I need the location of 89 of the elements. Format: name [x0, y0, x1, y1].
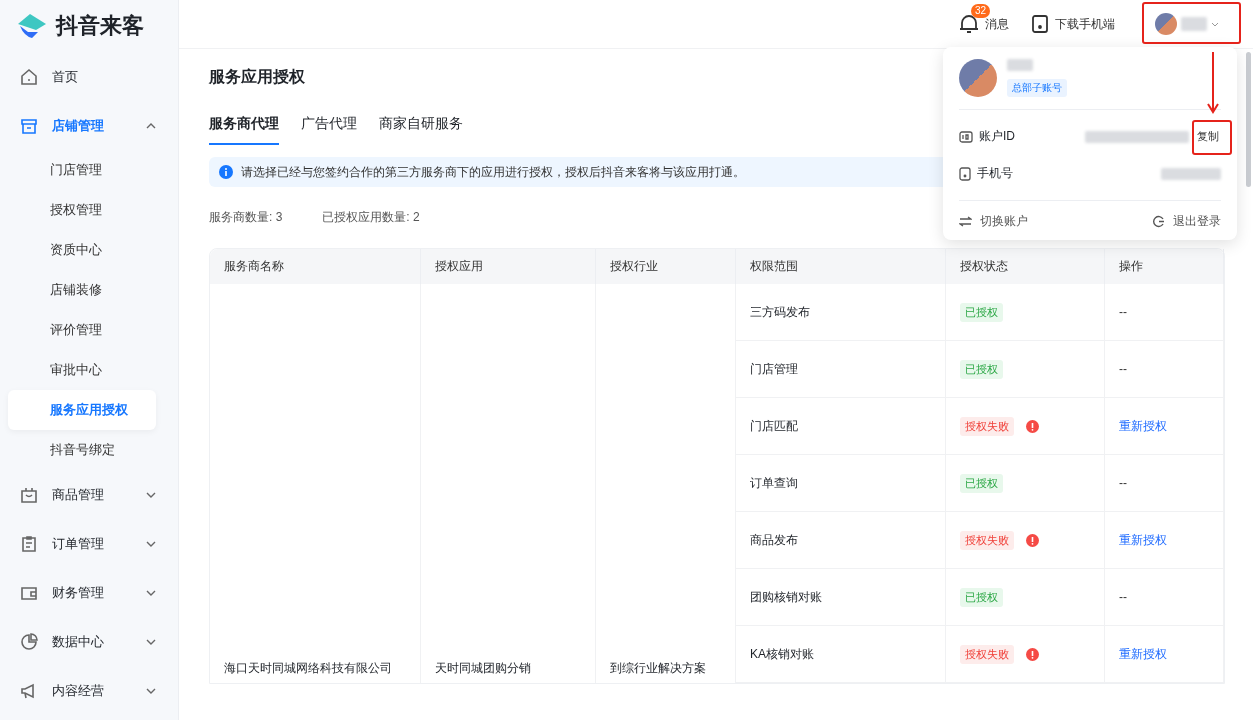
status-tag: 授权失败	[960, 530, 1014, 550]
menu-item[interactable]: 退出登录	[1152, 213, 1221, 230]
blurred-name	[1007, 59, 1033, 71]
chevron-icon	[146, 540, 156, 547]
id-card-icon	[959, 130, 973, 143]
table-cell: 三方码发布	[750, 303, 810, 321]
notification-badge: 32	[971, 4, 991, 18]
sidebar-item[interactable]: 订单管理	[0, 519, 178, 568]
blurred-value	[1161, 167, 1221, 180]
table-cell: KA核销对账	[750, 645, 814, 663]
chevron-icon	[146, 687, 156, 694]
notice-text: 请选择已经与您签约合作的第三方服务商下的应用进行授权，授权后抖音来客将与该应用打通。	[241, 163, 745, 181]
store-icon	[20, 116, 38, 135]
status-tag: 已授权	[960, 359, 1003, 379]
table-cell: --	[1119, 476, 1127, 490]
sidebar-item[interactable]: 店铺管理	[0, 101, 178, 150]
tab[interactable]: 商家自研服务	[379, 115, 463, 145]
sidebar-subitem[interactable]: 抖音号绑定	[8, 430, 156, 470]
table-cell: 天时同城团购分销	[435, 660, 531, 677]
chevron-icon	[146, 122, 156, 129]
info-icon	[219, 165, 233, 179]
column-header: 服务商名称	[210, 249, 421, 284]
home-icon	[20, 67, 38, 86]
table-cell: 海口天时同城网络科技有限公司	[224, 660, 392, 677]
status-tag: 已授权	[960, 473, 1003, 493]
column-header: 授权状态	[946, 249, 1105, 284]
highlight-box	[1192, 120, 1232, 155]
status-tag: 已授权	[960, 587, 1003, 607]
column-header: 权限范围	[736, 249, 946, 284]
table-cell: --	[1119, 590, 1127, 604]
column-header: 操作	[1105, 249, 1224, 284]
table-cell: --	[1119, 305, 1127, 319]
copy-button[interactable]: 复制	[1195, 125, 1221, 148]
status-tag: 授权失败	[960, 644, 1014, 664]
pie-icon	[20, 632, 38, 651]
logout-icon	[1152, 215, 1165, 228]
page-title: 服务应用授权	[209, 67, 305, 87]
field-label: 手机号	[977, 165, 1013, 182]
reauthorize-link[interactable]: 重新授权	[1119, 531, 1167, 549]
warning-icon[interactable]	[1026, 533, 1039, 547]
chevron-icon	[146, 491, 156, 498]
table-cell: 订单查询	[750, 474, 798, 492]
sidebar-item[interactable]: 首页	[0, 52, 178, 101]
sidebar-item[interactable]: 内容经营	[0, 666, 178, 715]
sidebar-subitem[interactable]: 门店管理	[8, 150, 156, 190]
warning-icon[interactable]	[1026, 647, 1039, 661]
download-app-link[interactable]: 下载手机端	[1055, 15, 1115, 33]
reauthorize-link[interactable]: 重新授权	[1119, 417, 1167, 435]
reauthorize-link[interactable]: 重新授权	[1119, 645, 1167, 663]
tab[interactable]: 广告代理	[301, 115, 357, 145]
chevron-icon	[146, 638, 156, 645]
sidebar-item[interactable]: 数据中心	[0, 617, 178, 666]
column-header: 授权应用	[421, 249, 596, 284]
role-tag: 总部子账号	[1007, 79, 1067, 97]
column-header: 授权行业	[596, 249, 736, 284]
stat-text: 已授权应用数量: 2	[322, 209, 420, 226]
avatar	[959, 59, 997, 97]
bell-icon[interactable]	[959, 13, 979, 35]
swap-icon	[959, 216, 972, 227]
sidebar-subitem[interactable]: 评价管理	[8, 310, 156, 350]
table-cell: 门店管理	[750, 360, 798, 378]
sidebar-item[interactable]: 商品管理	[0, 470, 178, 519]
phone-icon	[1031, 15, 1049, 33]
clip-icon	[20, 534, 38, 553]
field-label: 账户ID	[979, 128, 1015, 145]
sidebar-subitem[interactable]: 服务应用授权	[8, 390, 156, 430]
table-cell: 团购核销对账	[750, 588, 822, 606]
phone-icon	[959, 166, 971, 181]
tab[interactable]: 服务商代理	[209, 115, 279, 145]
sidebar-subitem[interactable]: 授权管理	[8, 190, 156, 230]
status-tag: 授权失败	[960, 416, 1014, 436]
sidebar-subitem[interactable]: 审批中心	[8, 350, 156, 390]
messages-link[interactable]: 消息	[985, 15, 1009, 33]
table-cell: 门店匹配	[750, 417, 798, 435]
table-cell: 商品发布	[750, 531, 798, 549]
warning-icon[interactable]	[1026, 419, 1039, 433]
table-cell: 到综行业解决方案	[610, 660, 706, 677]
table-cell: --	[1119, 362, 1127, 376]
stat-text: 服务商数量: 3	[209, 209, 283, 226]
annotation-arrow	[1207, 52, 1219, 114]
menu-item[interactable]: 切换账户	[959, 213, 1028, 230]
status-tag: 已授权	[960, 302, 1003, 322]
sidebar-subitem[interactable]: 店铺装修	[8, 270, 156, 310]
sidebar-item[interactable]: 财务管理	[0, 568, 178, 617]
chevron-icon	[1211, 21, 1219, 27]
bag-icon	[20, 485, 38, 504]
logo-text: 抖音来客	[56, 12, 144, 40]
sidebar-subitem[interactable]: 资质中心	[8, 230, 156, 270]
chevron-icon	[146, 589, 156, 596]
